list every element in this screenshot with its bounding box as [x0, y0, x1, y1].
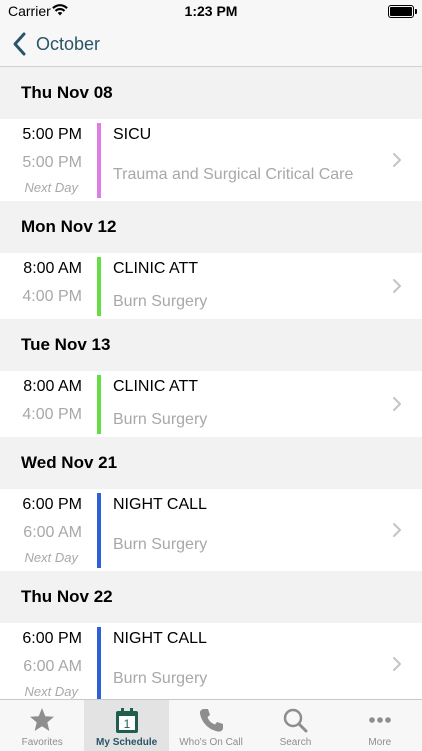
tab-label: More	[368, 737, 392, 748]
shift-color-bar	[97, 257, 101, 316]
calendar-icon: 1	[115, 708, 138, 733]
section-header: Wed Nov 21	[0, 437, 422, 489]
start-time: 5:00 PM	[22, 126, 82, 143]
start-time: 6:00 PM	[22, 630, 82, 647]
shift-department: Burn Surgery	[113, 293, 208, 310]
shift-department: Burn Surgery	[113, 536, 208, 553]
tab-favorites[interactable]: Favorites	[0, 700, 84, 751]
schedule-row[interactable]: 6:00 PM 6:00 AM Next Day NIGHT CALL Burn…	[0, 623, 422, 699]
tab-label: Who's On Call	[179, 737, 243, 748]
shift-department: Burn Surgery	[113, 670, 208, 687]
schedule-row[interactable]: 5:00 PM 5:00 PM Next Day SICU Trauma and…	[0, 119, 422, 201]
tab-label: My Schedule	[96, 737, 158, 748]
end-time: 6:00 AM	[23, 658, 82, 675]
calendar-day: 1	[123, 717, 130, 731]
star-icon	[30, 708, 55, 731]
shift-title: CLINIC ATT	[113, 378, 199, 395]
tab-search[interactable]: Search	[253, 700, 337, 751]
battery-icon	[388, 5, 417, 18]
tab-more[interactable]: More	[338, 700, 422, 751]
next-day-label: Next Day	[24, 550, 78, 565]
end-time: 5:00 PM	[22, 154, 82, 171]
chevron-right-icon	[393, 279, 401, 293]
shift-title: NIGHT CALL	[113, 630, 207, 647]
start-time: 8:00 AM	[23, 260, 82, 277]
shift-title: NIGHT CALL	[113, 496, 207, 513]
chevron-right-icon	[393, 523, 401, 537]
shift-title: SICU	[113, 126, 152, 143]
more-icon	[369, 717, 391, 723]
section-header: Thu Nov 22	[0, 571, 422, 623]
chevron-right-icon	[393, 657, 401, 671]
section-header: Mon Nov 12	[0, 201, 422, 253]
next-day-label: Next Day	[24, 180, 78, 195]
chevron-right-icon	[393, 153, 401, 167]
section-header: Tue Nov 13	[0, 319, 422, 371]
shift-title: CLINIC ATT	[113, 260, 199, 277]
status-time: 1:23 PM	[184, 3, 238, 19]
status-bar: Carrier 1:23 PM	[0, 0, 422, 22]
schedule-list[interactable]: Thu Nov 08 5:00 PM 5:00 PM Next Day SICU…	[0, 67, 422, 699]
shift-color-bar	[97, 627, 101, 699]
schedule-row[interactable]: 8:00 AM 4:00 PM CLINIC ATT Burn Surgery	[0, 371, 422, 437]
shift-department: Trauma and Surgical Critical Care	[113, 166, 354, 183]
schedule-row[interactable]: 8:00 AM 4:00 PM CLINIC ATT Burn Surgery	[0, 253, 422, 319]
tab-bar: Favorites 1 My Schedule Who's On Call Se…	[0, 699, 422, 751]
next-day-label: Next Day	[24, 684, 78, 699]
chevron-left-icon	[13, 32, 26, 56]
shift-department: Burn Surgery	[113, 411, 208, 428]
end-time: 4:00 PM	[22, 288, 82, 305]
back-button[interactable]: October	[10, 30, 100, 58]
phone-icon	[199, 709, 224, 732]
shift-color-bar	[97, 493, 101, 568]
tab-label: Search	[279, 737, 312, 748]
navigation-bar: October	[0, 22, 422, 67]
schedule-row[interactable]: 6:00 PM 6:00 AM Next Day NIGHT CALL Burn…	[0, 489, 422, 571]
tab-label: Favorites	[21, 737, 63, 748]
back-button-label: October	[36, 33, 101, 54]
tab-whos-on-call[interactable]: Who's On Call	[169, 700, 253, 751]
tab-my-schedule[interactable]: 1 My Schedule	[84, 700, 169, 751]
shift-color-bar	[97, 123, 101, 198]
shift-color-bar	[97, 375, 101, 434]
end-time: 4:00 PM	[22, 406, 82, 423]
search-icon	[284, 708, 308, 733]
start-time: 8:00 AM	[23, 378, 82, 395]
end-time: 6:00 AM	[23, 524, 82, 541]
chevron-right-icon	[393, 397, 401, 411]
start-time: 6:00 PM	[22, 496, 82, 513]
section-header: Thu Nov 08	[0, 67, 422, 119]
